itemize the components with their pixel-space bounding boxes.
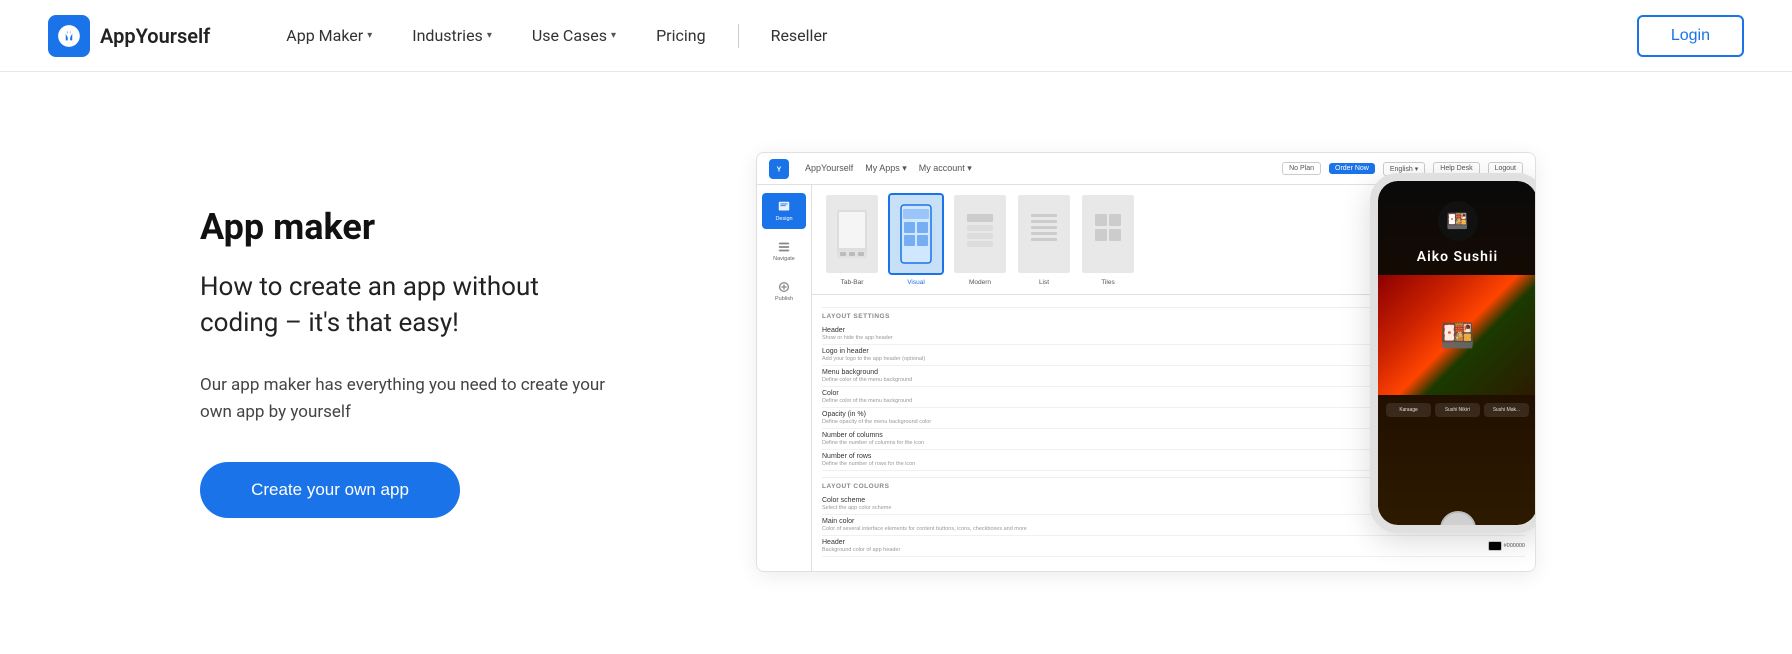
template-visual: Visual bbox=[888, 193, 944, 286]
app-header: Aiko Sushii bbox=[1378, 181, 1536, 275]
mock-sidebar-design: Design bbox=[762, 193, 806, 229]
nav-item-reseller[interactable]: Reseller bbox=[755, 18, 844, 53]
chevron-down-icon: ▾ bbox=[487, 30, 492, 41]
navbar: Y AppYourself App Maker ▾ Industries ▾ U… bbox=[0, 0, 1792, 72]
nav-right: Login bbox=[1637, 15, 1744, 57]
hero-content: App maker How to create an app without c… bbox=[200, 206, 620, 518]
brand-icon: Y bbox=[56, 23, 82, 49]
nav-links: App Maker ▾ Industries ▾ Use Cases ▾ Pri… bbox=[270, 18, 1637, 53]
mock-sidebar-navigate: Navigate bbox=[762, 233, 806, 269]
setting-header-color: Header Background color of app header #0… bbox=[822, 536, 1525, 557]
food-overlay: 🍱 bbox=[1378, 275, 1536, 395]
app-screenshot: Y AppYourself My Apps ▾ My account ▾ No … bbox=[756, 152, 1536, 572]
phone-mockup: Aiko Sushii 🍱 Karaage Su bbox=[1370, 173, 1536, 533]
publish-icon bbox=[777, 280, 791, 294]
design-icon bbox=[777, 200, 791, 214]
food-image: 🍱 bbox=[1378, 275, 1536, 395]
login-button[interactable]: Login bbox=[1637, 15, 1744, 57]
hero-title: App maker bbox=[200, 206, 620, 249]
logo-area[interactable]: Y AppYourself bbox=[48, 15, 210, 57]
hero-description: Our app maker has everything you need to… bbox=[200, 372, 620, 426]
cta-button[interactable]: Create your own app bbox=[200, 462, 460, 518]
template-modern: Modern bbox=[952, 193, 1008, 286]
navigate-icon bbox=[777, 240, 791, 254]
logo-icon: Y bbox=[48, 15, 90, 57]
menu-item: Karaage bbox=[1386, 403, 1431, 417]
template-list: List bbox=[1016, 193, 1072, 286]
menu-item: Sushi Nikiri bbox=[1435, 403, 1480, 417]
chevron-down-icon: ▾ bbox=[611, 30, 616, 41]
mock-logo: Y bbox=[769, 159, 789, 179]
nav-item-use-cases[interactable]: Use Cases ▾ bbox=[516, 18, 632, 53]
brand-name: AppYourself bbox=[100, 24, 210, 48]
app-title: Aiko Sushii bbox=[1388, 249, 1527, 265]
template-tiles: Tiles bbox=[1080, 193, 1136, 286]
hero-screenshot: Y AppYourself My Apps ▾ My account ▾ No … bbox=[680, 152, 1612, 572]
nav-item-industries[interactable]: Industries ▾ bbox=[396, 18, 508, 53]
chevron-down-icon: ▾ bbox=[367, 30, 372, 41]
template-tab-bar: Tab-Bar bbox=[824, 193, 880, 286]
nav-item-app-maker[interactable]: App Maker ▾ bbox=[270, 18, 388, 53]
menu-items: Karaage Sushi Nikiri Sushi Mak... bbox=[1378, 395, 1536, 425]
svg-text:Y: Y bbox=[64, 27, 74, 45]
svg-text:Y: Y bbox=[777, 166, 782, 173]
app-preview: Aiko Sushii 🍱 Karaage Su bbox=[1378, 181, 1536, 525]
menu-item: Sushi Mak... bbox=[1484, 403, 1529, 417]
mock-sidebar-publish: Publish bbox=[762, 273, 806, 309]
mock-nav-text: AppYourself My Apps ▾ My account ▾ bbox=[805, 163, 972, 174]
phone-screen: Aiko Sushii 🍱 Karaage Su bbox=[1378, 181, 1536, 525]
hero-subtitle: How to create an app without coding – it… bbox=[200, 269, 620, 342]
nav-divider bbox=[738, 24, 739, 48]
nav-item-pricing[interactable]: Pricing bbox=[640, 18, 722, 53]
hero-section: App maker How to create an app without c… bbox=[0, 72, 1792, 652]
mock-sidebar: Design Navigate Publish bbox=[757, 185, 812, 571]
app-logo bbox=[1438, 201, 1478, 241]
